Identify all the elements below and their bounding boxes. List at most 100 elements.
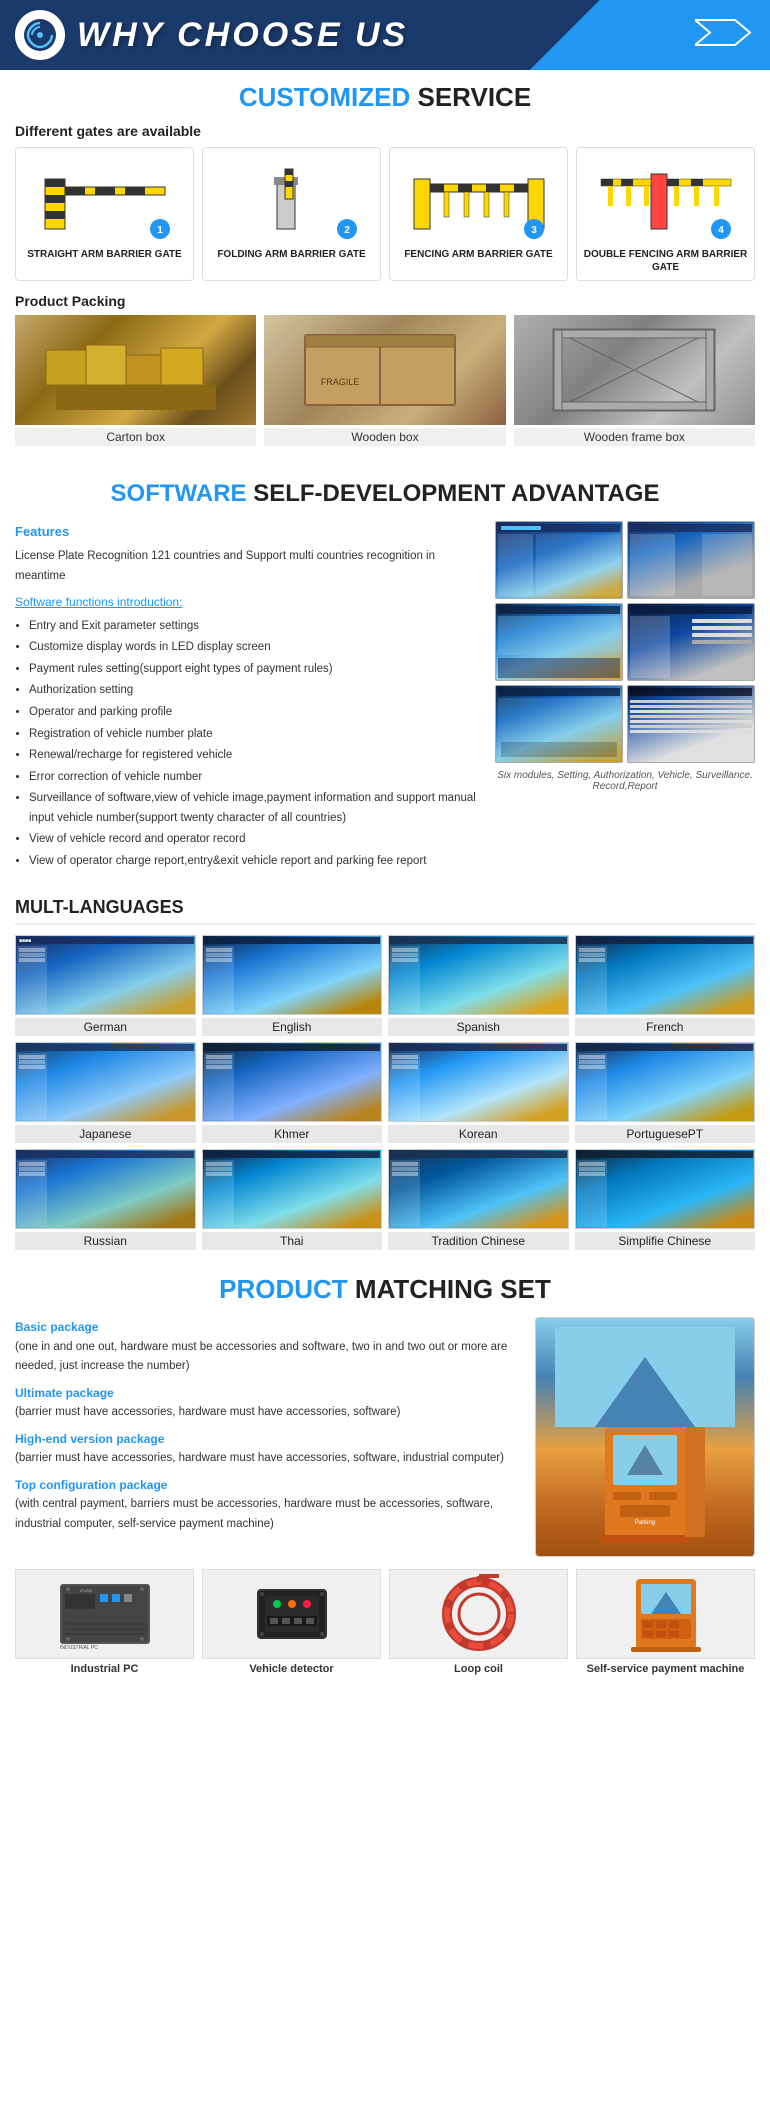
lang-item-simp-chinese: Simplifie Chinese (575, 1149, 756, 1250)
header-title-text: WHY CHOOSE US (77, 16, 408, 54)
header: WHY CHOOSE US (0, 0, 770, 70)
features-label: Features (15, 521, 483, 543)
packing-grid: Carton box FRAGILE Wooden box (15, 315, 755, 446)
packing-label-carton: Carton box (15, 428, 256, 446)
hw-label-vehicle-detector: Vehicle detector (202, 1663, 381, 1675)
product-section: PRODUCT MATCHING SET Basic package (one … (0, 1262, 770, 1687)
packing-title: Product Packing (15, 293, 755, 309)
lang-label-german: German (15, 1018, 196, 1036)
hw-label-loop-coil: Loop coil (389, 1663, 568, 1675)
packing-photo-frame (514, 315, 755, 425)
gate-item-1: 1 STRAIGHT ARM BARRIER GATE (15, 147, 194, 281)
software-colored: SOFTWARE (111, 480, 247, 507)
hardware-grid: 6*USB INDUSTRIAL PC Industrial PC (15, 1569, 755, 1675)
gate-item-3: 3 FENCING ARM BARRIER GATE (389, 147, 568, 281)
customized-section: CUSTOMIZED SERVICE Different gates are a… (0, 70, 770, 466)
pkg-desc-2: (barrier must have accessories, hardware… (15, 1403, 523, 1423)
customized-rest: SERVICE (417, 82, 531, 112)
svg-text:2: 2 (344, 225, 350, 236)
func-9: Surveillance of software,view of vehicle… (29, 789, 483, 828)
customized-title: CUSTOMIZED SERVICE (15, 82, 755, 113)
software-text: Features License Plate Recognition 121 c… (15, 521, 483, 873)
hw-item-industrial-pc: 6*USB INDUSTRIAL PC Industrial PC (15, 1569, 194, 1675)
lang-photo-german: ■■■■ (15, 935, 196, 1015)
lang-item-russian: Russian (15, 1149, 196, 1250)
func-1: Entry and Exit parameter settings (29, 617, 483, 637)
features-text: License Plate Recognition 121 countries … (15, 547, 483, 586)
packing-item-carton: Carton box (15, 315, 256, 446)
hw-label-payment-machine: Self-service payment machine (576, 1663, 755, 1675)
packing-photo-wooden: FRAGILE (264, 315, 505, 425)
pkg-desc-3: (barrier must have accessories, hardware… (15, 1449, 523, 1469)
lang-item-portuguese: PortuguesePT (575, 1042, 756, 1143)
screenshot-1a (495, 521, 623, 599)
pkg-title-3: High-end version package (15, 1429, 523, 1449)
lang-item-english: English (202, 935, 383, 1036)
packing-item-wooden: FRAGILE Wooden box (264, 315, 505, 446)
lang-label-khmer: Khmer (202, 1125, 383, 1143)
lang-item-korean: Korean (388, 1042, 569, 1143)
hw-img-loop-coil (389, 1569, 568, 1659)
func-3: Payment rules setting(support eight type… (29, 660, 483, 680)
gate-label-1: STRAIGHT ARM BARRIER GATE (20, 248, 189, 261)
screenshot-2b (627, 603, 755, 681)
software-title: SOFTWARE SELF-DEVELOPMENT ADVANTAGE (15, 478, 755, 509)
lang-photo-japanese (15, 1042, 196, 1122)
product-content: Basic package (one in and one out, hardw… (15, 1317, 755, 1557)
machine-container: Parking (535, 1317, 755, 1557)
software-functions-list: Entry and Exit parameter settings Custom… (15, 617, 483, 872)
lang-label-thai: Thai (202, 1232, 383, 1250)
func-11: View of operator charge report,entry&exi… (29, 852, 483, 872)
pkg-desc-4: (with central payment, barriers must be … (15, 1495, 523, 1534)
gate-item-2: 2 FOLDING ARM BARRIER GATE (202, 147, 381, 281)
packing-photo-carton (15, 315, 256, 425)
func-4: Authorization setting (29, 681, 483, 701)
machine-image: Parking (535, 1317, 755, 1557)
screenshot-row-2 (495, 603, 755, 681)
lang-label-simp-chinese: Simplifie Chinese (575, 1232, 756, 1250)
lang-photo-korean (388, 1042, 569, 1122)
software-content: Features License Plate Recognition 121 c… (15, 521, 755, 873)
lang-item-japanese: Japanese (15, 1042, 196, 1143)
header-arrow (695, 15, 755, 55)
lang-item-french: French (575, 935, 756, 1036)
customized-colored: CUSTOMIZED (239, 82, 410, 112)
lang-label-portuguese: PortuguesePT (575, 1125, 756, 1143)
lang-item-khmer: Khmer (202, 1042, 383, 1143)
hw-item-loop-coil: Loop coil (389, 1569, 568, 1675)
hw-img-vehicle-detector (202, 1569, 381, 1659)
lang-item-thai: Thai (202, 1149, 383, 1250)
logo-icon (15, 10, 65, 60)
lang-item-spanish: Spanish (388, 935, 569, 1036)
func-2: Customize display words in LED display s… (29, 638, 483, 658)
svg-text:1: 1 (157, 225, 163, 236)
packing-item-frame: Wooden frame box (514, 315, 755, 446)
pkg-title-2: Ultimate package (15, 1383, 523, 1403)
lang-label-trad-chinese: Tradition Chinese (388, 1232, 569, 1250)
screenshot-1b (627, 521, 755, 599)
svg-text:Parking: Parking (635, 1520, 655, 1526)
func-5: Operator and parking profile (29, 703, 483, 723)
package-text: Basic package (one in and one out, hardw… (15, 1317, 523, 1557)
svg-text:4: 4 (718, 225, 724, 236)
packing-label-wooden: Wooden box (264, 428, 505, 446)
packing-label-frame: Wooden frame box (514, 428, 755, 446)
hw-label-industrial-pc: Industrial PC (15, 1663, 194, 1675)
lang-photo-khmer (202, 1042, 383, 1122)
product-colored: PRODUCT (219, 1274, 348, 1304)
screenshot-3a (495, 685, 623, 763)
svg-text:FRAGILE: FRAGILE (321, 377, 360, 387)
software-rest: SELF-DEVELOPMENT ADVANTAGE (253, 480, 659, 507)
gate-img-4: 4 (581, 154, 750, 244)
screenshot-caption: Six modules, Setting, Authorization, Veh… (495, 770, 755, 792)
lang-grid: ■■■■ German English (15, 935, 755, 1250)
lang-label-japanese: Japanese (15, 1125, 196, 1143)
screenshot-row-1 (495, 521, 755, 599)
func-8: Error correction of vehicle number (29, 768, 483, 788)
lang-label-english: English (202, 1018, 383, 1036)
languages-section: MULT-LANGUAGES ■■■■ German (0, 885, 770, 1262)
screenshot-row-3 (495, 685, 755, 763)
gate-img-1: 1 (20, 154, 189, 244)
hw-img-industrial-pc: 6*USB INDUSTRIAL PC (15, 1569, 194, 1659)
gate-img-2: 2 (207, 154, 376, 244)
